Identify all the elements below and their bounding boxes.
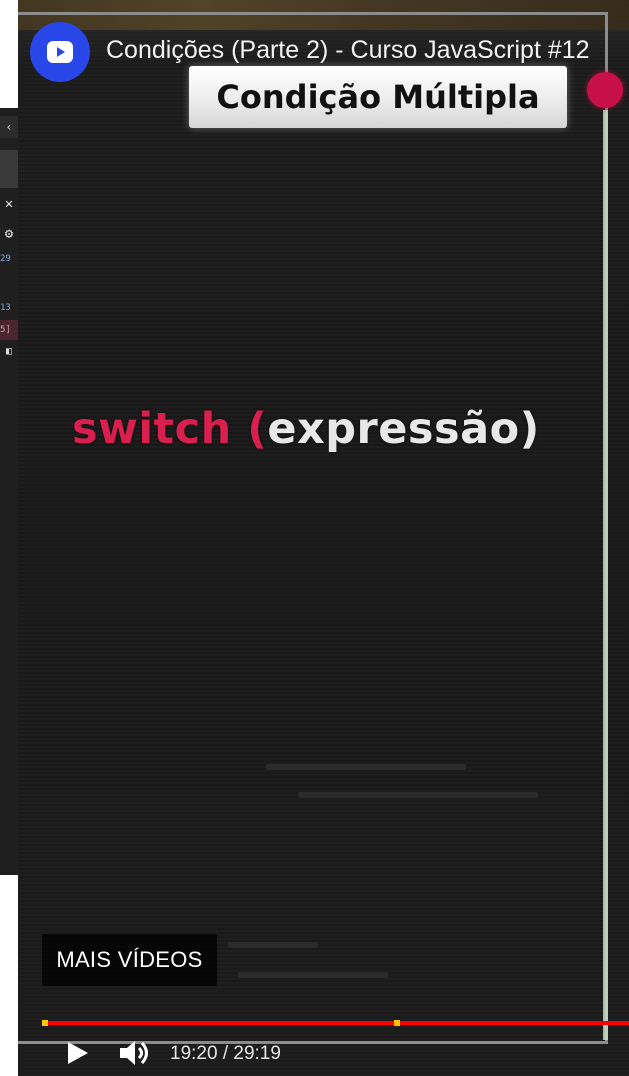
play-logo-icon[interactable] xyxy=(30,22,90,82)
video-frame-glow xyxy=(603,110,608,1040)
video-title[interactable]: Condições (Parte 2) - Curso JavaScript #… xyxy=(106,36,629,65)
ghost-text-line xyxy=(298,792,538,798)
overlay-label: Condição Múltipla xyxy=(216,78,540,116)
code-open-paren: ( xyxy=(231,404,268,454)
player-controls: 19:20 / 29:19 xyxy=(18,1030,629,1076)
time-display: 19:20 / 29:19 xyxy=(170,1043,281,1064)
more-videos-button[interactable]: MAIS VÍDEOS xyxy=(42,934,217,986)
devtools-line-number: 29 xyxy=(0,254,11,264)
devtools-toolbar-band xyxy=(0,150,18,188)
code-snippet: switch (expressão) xyxy=(72,404,540,454)
close-icon[interactable]: ✕ xyxy=(0,194,18,214)
gear-icon[interactable]: ⚙ xyxy=(0,224,18,244)
volume-icon[interactable] xyxy=(118,1038,154,1068)
devtools-panel-edge: ‹ ✕ ⚙ 29 13 5] ◧ xyxy=(0,108,18,875)
progress-bar[interactable] xyxy=(42,1020,629,1026)
panel-layout-icon[interactable]: ◧ xyxy=(0,346,18,360)
code-argument: expressão xyxy=(267,404,520,454)
ghost-text-line xyxy=(228,942,318,948)
video-frame-border xyxy=(18,12,608,1044)
devtools-line-highlight: 5] xyxy=(0,320,18,340)
devtools-line-number: 13 xyxy=(0,303,11,313)
code-keyword: switch xyxy=(72,404,232,454)
record-dot-icon xyxy=(587,72,623,108)
ghost-text-line xyxy=(238,972,388,978)
chapter-marker[interactable] xyxy=(394,1020,400,1026)
ghost-text-line xyxy=(266,764,466,770)
code-close-paren: ) xyxy=(519,404,540,454)
play-icon[interactable] xyxy=(64,1040,90,1066)
overlay-label-card: Condição Múltipla xyxy=(189,66,567,128)
video-player[interactable]: Condições (Parte 2) - Curso JavaScript #… xyxy=(18,0,629,1076)
progress-marker-start xyxy=(42,1020,48,1026)
chevron-left-icon[interactable]: ‹ xyxy=(0,116,18,138)
